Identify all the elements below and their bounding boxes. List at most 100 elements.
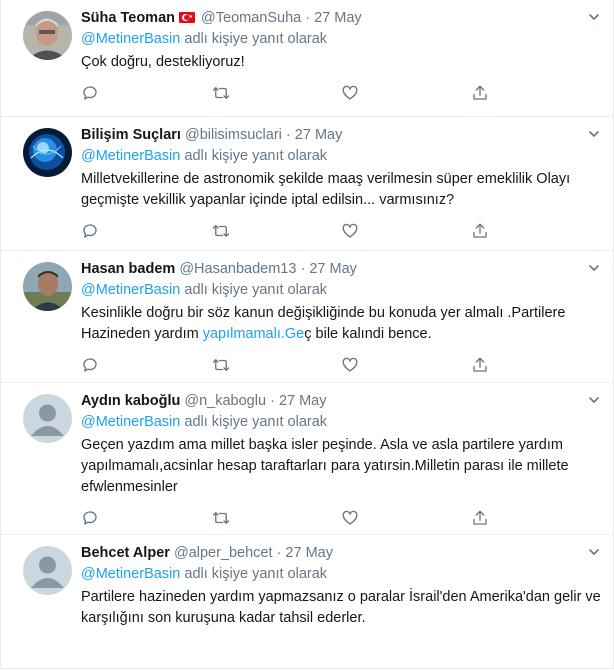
share-button[interactable] [471,221,601,241]
reply-button[interactable] [81,221,211,241]
tweet[interactable]: Behcet Alper @alper_behcet · 27 May @Met… [1,535,613,670]
reply-mention-link[interactable]: @MetinerBasin [81,282,180,298]
chevron-down-icon[interactable] [587,10,601,24]
like-button[interactable] [341,221,471,241]
like-icon [342,510,358,525]
reply-button[interactable] [81,83,211,103]
tweet[interactable]: Aydın kaboğlu @n_kaboglu · 27 May @Metin… [1,383,613,535]
reply-label: adlı kişiye yanıt olarak [184,148,328,164]
chevron-down-icon[interactable] [587,545,601,559]
retweet-button[interactable] [211,355,341,375]
like-icon [342,357,358,372]
retweet-icon [212,359,230,371]
retweet-button[interactable] [211,221,341,241]
reply-icon [83,511,97,525]
timeline: Süha Teoman ★ @TeomanSuha · 27 May @Metin… [0,0,614,669]
tweet-text: Kesinlikle doğru bir söz kanun değişikli… [81,303,601,345]
display-name[interactable]: Behcet Alper [81,545,170,561]
reply-label: adlı kişiye yanıt olarak [184,414,328,430]
tweet-text: Çok doğru, destekliyoruz! [81,54,245,70]
tweet-date[interactable]: 27 May [285,545,333,561]
user-handle[interactable]: @n_kaboglu [184,393,266,409]
tweet[interactable]: Süha Teoman ★ @TeomanSuha · 27 May @Metin… [1,0,613,117]
user-handle[interactable]: @TeomanSuha [201,10,301,26]
reply-context: @MetinerBasin adlı kişiye yanıt olarak [81,147,601,166]
tweet-actions [81,500,601,536]
retweet-icon [212,225,230,237]
like-button[interactable] [341,355,471,375]
share-button[interactable] [471,83,601,103]
like-button[interactable] [341,83,471,103]
tweet-header: Aydın kaboğlu @n_kaboglu · 27 May [81,392,601,411]
reply-button[interactable] [81,508,211,528]
retweet-icon [212,512,230,524]
reply-mention-link[interactable]: @MetinerBasin [81,414,180,430]
reply-mention-link[interactable]: @MetinerBasin [81,148,180,164]
tweet-header: Hasan badem @Hasanbadem13 · 27 May [81,260,601,279]
retweet-icon [212,87,230,99]
tweet-header: Bilişim Suçları @bilisimsuclari · 27 May [81,126,601,145]
tweet-date[interactable]: 27 May [295,127,343,143]
tweet-date[interactable]: 27 May [279,393,327,409]
avatar[interactable] [23,128,72,177]
chevron-down-icon[interactable] [587,127,601,141]
tweet-date[interactable]: 27 May [309,261,357,277]
tweet-text-link[interactable]: yapılmamalı.Ge [203,326,305,342]
reply-button[interactable] [81,355,211,375]
display-name[interactable]: Bilişim Suçları [81,127,181,143]
user-handle[interactable]: @Hasanbadem13 [179,261,296,277]
separator: · [276,545,282,561]
display-name[interactable]: Süha Teoman [81,10,175,26]
avatar[interactable] [23,546,72,595]
reply-icon [83,86,97,100]
share-button[interactable] [471,355,601,375]
tweet[interactable]: Bilişim Suçları @bilisimsuclari · 27 May… [1,117,613,251]
separator: · [285,127,291,143]
tweet-text: Partilere hazineden yardım yapmazsanız o… [81,589,601,626]
chevron-down-icon[interactable] [587,261,601,275]
share-icon [473,85,487,100]
tweet-text-part: ç bile kalındi bence. [304,326,432,342]
avatar[interactable] [23,11,72,60]
share-button[interactable] [471,508,601,528]
reply-icon [83,224,97,238]
like-icon [342,223,358,238]
display-name[interactable]: Aydın kaboğlu [81,393,180,409]
reply-context: @MetinerBasin adlı kişiye yanıt olarak [81,413,601,432]
chevron-down-icon[interactable] [587,393,601,407]
separator: · [305,10,311,26]
tweet-header: Behcet Alper @alper_behcet · 27 May [81,544,601,563]
separator: · [270,393,275,409]
avatar[interactable] [23,394,72,443]
reply-mention-link[interactable]: @MetinerBasin [81,566,180,582]
user-handle[interactable]: @bilisimsuclari [185,127,282,143]
tweet-text: Geçen yazdım ama millet başka isler peşi… [81,437,569,495]
tweet-header: Süha Teoman ★ @TeomanSuha · 27 May [81,9,601,28]
reply-context: @MetinerBasin adlı kişiye yanıt olarak [81,281,601,300]
turkey-flag-icon: ★ [179,12,195,23]
display-name[interactable]: Hasan badem [81,261,175,277]
reply-context: @MetinerBasin adlı kişiye yanıt olarak [81,565,601,584]
user-handle[interactable]: @alper_behcet [174,545,273,561]
like-icon [342,85,358,100]
separator: · [300,261,306,277]
share-icon [473,510,487,525]
reply-label: adlı kişiye yanıt olarak [184,31,328,47]
reply-label: adlı kişiye yanıt olarak [184,566,328,582]
reply-mention-link[interactable]: @MetinerBasin [81,31,180,47]
tweet-text: Milletvekillerine de astronomik şekilde … [81,171,571,208]
tweet-actions [81,347,601,383]
like-button[interactable] [341,508,471,528]
retweet-button[interactable] [211,83,341,103]
retweet-button[interactable] [211,508,341,528]
share-icon [473,223,487,238]
avatar[interactable] [23,262,72,311]
reply-icon [83,358,97,372]
share-icon [473,357,487,372]
tweet[interactable]: Hasan badem @Hasanbadem13 · 27 May @Meti… [1,251,613,383]
tweet-actions [81,75,601,111]
reply-label: adlı kişiye yanıt olarak [184,282,328,298]
reply-context: @MetinerBasin adlı kişiye yanıt olarak [81,30,601,49]
tweet-actions [81,213,601,249]
tweet-date[interactable]: 27 May [314,10,362,26]
